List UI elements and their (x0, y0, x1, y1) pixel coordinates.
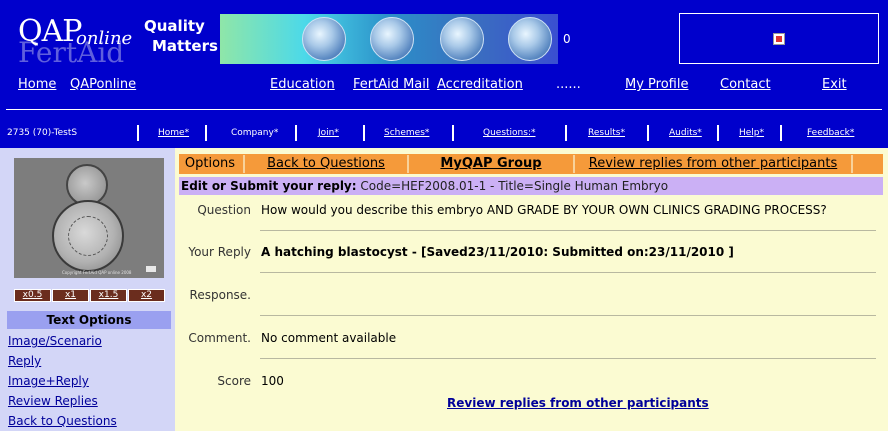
sidebar-link-review-replies[interactable]: Review Replies (8, 394, 98, 408)
sidebar-link-image-scenario[interactable]: Image/Scenario (8, 334, 102, 348)
subnav-feedback[interactable]: Feedback* (807, 128, 854, 138)
text-options-heading: Text Options (7, 311, 171, 329)
subnav-audits[interactable]: Audits* (669, 128, 702, 138)
your-reply-text: A hatching blastocyst - [Saved23/11/2010… (261, 245, 734, 259)
qap-fertaid-logo[interactable]: FertAid QAP online (8, 8, 138, 69)
photo-scale-tag (146, 266, 156, 272)
main-content: Options Back to Questions MyQAP Group Re… (175, 148, 888, 431)
subnav-separator (295, 125, 297, 141)
broken-image-icon (773, 33, 785, 45)
nav-dots: ...... (556, 77, 581, 92)
nav-exit[interactable]: Exit (822, 77, 847, 92)
banner-counter: 0 (563, 32, 571, 46)
subnav-separator (565, 125, 567, 141)
nav-accreditation[interactable]: Accreditation (437, 77, 523, 92)
embryo-image-3 (440, 17, 484, 61)
nav-home[interactable]: Home (18, 77, 56, 92)
subnav-join[interactable]: Join* (318, 128, 339, 138)
logo-qap-text: QAP (18, 14, 82, 49)
header-divider (6, 109, 882, 110)
score-value: 100 (261, 374, 284, 388)
row-divider (260, 358, 876, 359)
subnav-company[interactable]: Company* (231, 128, 278, 138)
subnav-separator (717, 125, 719, 141)
subnav-separator (780, 125, 782, 141)
subnav-home[interactable]: Home* (158, 128, 189, 138)
response-label: Response. (189, 288, 251, 302)
options-tab-bar: Options Back to Questions MyQAP Group Re… (179, 154, 883, 174)
tab-options[interactable]: Options (179, 154, 241, 174)
subnav-separator (137, 125, 139, 141)
embryo-image-1 (302, 17, 346, 61)
subnav-separator (452, 125, 454, 141)
tagline-line1: Quality (144, 17, 205, 35)
tagline-line2: Matters (152, 37, 218, 55)
tab-separator (851, 155, 853, 173)
subnav-separator (205, 125, 207, 141)
subnav-schemes[interactable]: Schemes* (384, 128, 429, 138)
question-code-title: Code=HEF2008.01-1 - Title=Single Human E… (360, 179, 669, 193)
edit-submit-label: Edit or Submit your reply: (181, 179, 357, 193)
comment-text: No comment available (261, 331, 397, 345)
question-label: Question (197, 203, 251, 217)
photo-caption: Copyright FertAid QAP online 2008 (62, 270, 132, 275)
nav-contact[interactable]: Contact (720, 77, 771, 92)
score-label: Score (217, 374, 251, 388)
embryo-photo[interactable]: Copyright FertAid QAP online 2008 (14, 158, 164, 278)
subnav-separator (363, 125, 365, 141)
review-replies-link[interactable]: Review replies from other participants (447, 396, 709, 410)
subnav-questions[interactable]: Questions:* (483, 128, 535, 138)
nav-my-profile[interactable]: My Profile (625, 77, 688, 92)
zoom-x1-button[interactable]: x1 (52, 289, 89, 302)
zoom-x1-5-button[interactable]: x1.5 (90, 289, 127, 302)
nav-fertaid-mail[interactable]: FertAid Mail (353, 77, 430, 92)
nav-qaponline[interactable]: QAPonline (70, 77, 136, 92)
header-info-box (679, 13, 879, 64)
embryo-cell-main (52, 200, 124, 272)
user-code: 2735 (70)-TestS (7, 128, 78, 138)
subnav-help[interactable]: Help* (739, 128, 764, 138)
embryo-banner-image (220, 14, 558, 64)
your-reply-label: Your Reply (188, 245, 251, 259)
sidebar-link-reply[interactable]: Reply (8, 354, 41, 368)
row-divider (260, 315, 876, 316)
sidebar-link-image-reply[interactable]: Image+Reply (8, 374, 89, 388)
sidebar: Copyright FertAid QAP online 2008 x0.5 x… (0, 148, 175, 431)
zoom-x2-button[interactable]: x2 (128, 289, 165, 302)
sidebar-link-back-to-questions[interactable]: Back to Questions (8, 414, 117, 428)
tagline: Quality Matters (144, 16, 218, 56)
subnav-results[interactable]: Results* (588, 128, 625, 138)
tab-review-replies[interactable]: Review replies from other participants (575, 154, 851, 174)
embryo-image-2 (370, 17, 414, 61)
question-text: How would you describe this embryo AND G… (261, 203, 827, 217)
header-bar: FertAid QAP online Quality Matters 0 Hom… (0, 0, 888, 148)
nav-education[interactable]: Education (270, 77, 335, 92)
embryo-image-4 (508, 17, 552, 61)
comment-label: Comment. (188, 331, 251, 345)
embryo-cell-inner (68, 216, 108, 256)
subnav-separator (647, 125, 649, 141)
logo-online-text: online (76, 28, 133, 49)
zoom-x0-5-button[interactable]: x0.5 (14, 289, 51, 302)
tab-back-to-questions[interactable]: Back to Questions (245, 154, 407, 174)
row-divider (260, 272, 876, 273)
row-divider (260, 230, 876, 231)
tab-myqap-group[interactable]: MyQAP Group (409, 154, 573, 174)
edit-submit-bar: Edit or Submit your reply: Code=HEF2008.… (179, 177, 883, 195)
